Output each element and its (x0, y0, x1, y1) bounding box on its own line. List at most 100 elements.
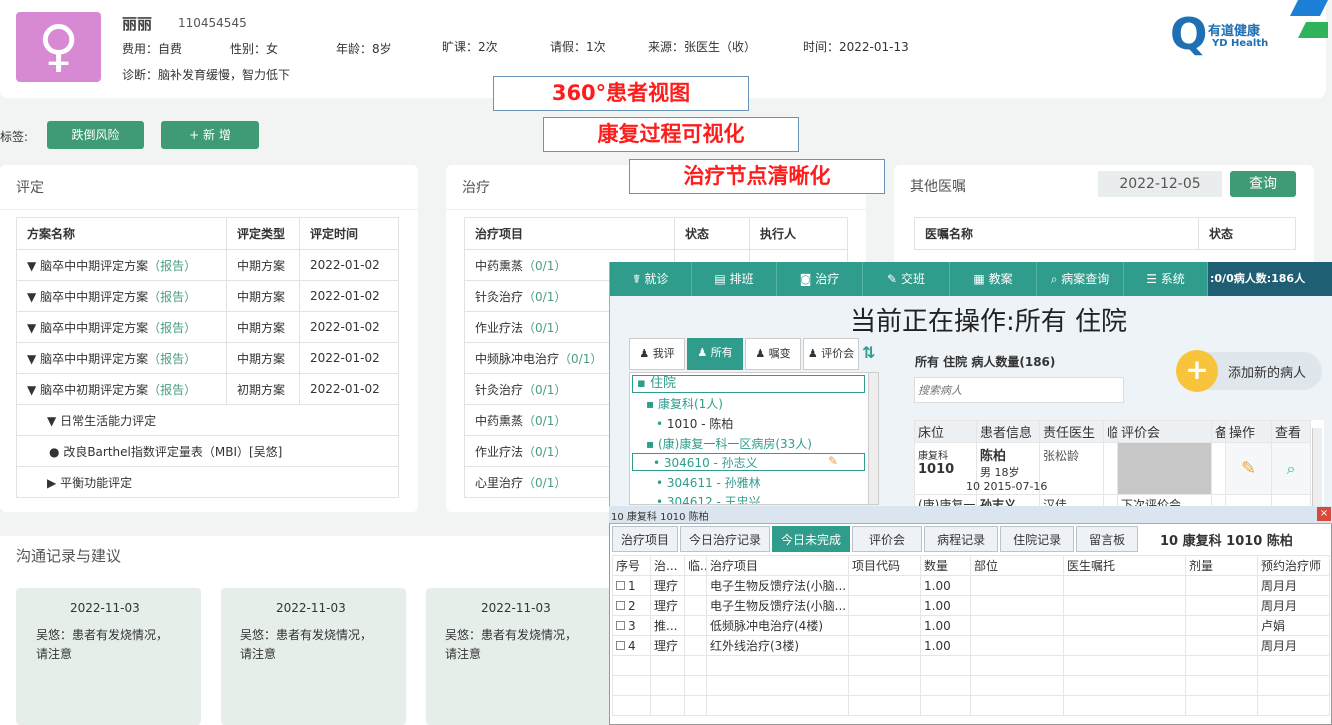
callout-360-view: 360°患者视图 (493, 76, 749, 111)
tab-progress-notes[interactable]: 病程记录 (924, 526, 999, 552)
row-checkbox[interactable] (616, 580, 625, 590)
sub-row[interactable]: ▼ 日常生活能力评定 (16, 404, 399, 436)
caret-down-icon[interactable]: ▼ (27, 259, 36, 273)
report-link[interactable]: （报告） (148, 259, 196, 273)
report-link[interactable]: （报告） (148, 321, 196, 335)
row-checkbox[interactable] (616, 620, 625, 630)
patient-name: 丽丽 (122, 15, 153, 33)
nav-item[interactable]: ☤ 就诊 (610, 262, 692, 296)
note-date: 2022-11-03 (276, 601, 346, 615)
nav-item[interactable]: ☰ 系统 (1124, 262, 1208, 296)
table-row[interactable]: 2 理疗 电子生物反馈疗法(小脑... 1.00 周月月 (612, 595, 1330, 616)
sub-row[interactable]: ▶ 平衡功能评定 (16, 466, 399, 498)
edit-doc-icon[interactable]: ✎ (1241, 458, 1256, 479)
refresh-icon[interactable]: ⇅ (862, 343, 875, 362)
evaluation-panel: 评定 方案名称 评定类型 评定时间 ▼ 脑卒中中期评定方案（报告） 中期方案 202… (0, 165, 418, 512)
caret-down-icon[interactable]: ▼ (47, 414, 56, 428)
tab-label: 我评 (652, 347, 675, 360)
row-checkbox[interactable] (616, 640, 625, 650)
orders-date-input[interactable]: 2022-12-05 (1098, 171, 1222, 197)
table-row[interactable]: ▼ 脑卒中中期评定方案（报告） 中期方案 2022-01-02 (16, 249, 399, 281)
tree-node[interactable]: • 304612 - 王忠兴 (656, 493, 761, 504)
report-link[interactable]: （报告） (148, 383, 196, 397)
col-order-name: 医嘱名称 (914, 217, 1199, 250)
comm-note: 2022-11-03 吴悠：患者有发烧情况， 请注意 (16, 588, 201, 725)
tree-node[interactable]: ▪ (康)康复一科一区病房(33人) (646, 435, 812, 452)
caret-down-icon[interactable]: ▼ (27, 352, 36, 366)
patient-row[interactable]: 康复科 1010 陈柏男 18岁 10 2015-07-16 张松龄 ✎ ⌕ (914, 442, 1311, 495)
tab-eval-meeting[interactable]: ♟ 评价会 (803, 338, 859, 370)
add-patient-label: 添加新的病人 (1228, 366, 1307, 381)
treatment-name: 针灸治疗 (475, 382, 524, 397)
nav-item[interactable]: ⌕ 病案查询 (1037, 262, 1124, 296)
pt-name: 孙志义 (976, 494, 1040, 506)
tab-eval-meeting[interactable]: 评价会 (852, 526, 923, 552)
close-icon[interactable]: × (1317, 507, 1331, 521)
tab-admission-records[interactable]: 住院记录 (1000, 526, 1075, 552)
caret-right-icon[interactable]: ▶ (47, 476, 56, 490)
patient-row[interactable]: (康)康复一科 孙志义 汉佳 下次评价会 (914, 494, 1311, 506)
caret-down-icon[interactable]: ▼ (27, 290, 36, 304)
gender: 性别：女 (230, 42, 279, 56)
tab-today-records[interactable]: 今日治疗记录 (680, 526, 771, 552)
tab-today-incomplete[interactable]: 今日未完成 (772, 526, 851, 552)
table-row[interactable]: ▼ 脑卒中初期评定方案（报告） 初期方案 2022-01-02 (16, 373, 399, 405)
add-patient-button[interactable]: + 添加新的病人 (1176, 350, 1322, 392)
tab-message-board[interactable]: 留言板 (1076, 526, 1139, 552)
tab-all[interactable]: ♟ 所有 (687, 338, 743, 370)
tree-scrollbar[interactable] (868, 373, 878, 504)
col-item: 治疗项目 (706, 555, 849, 576)
nav-label: 排班 (729, 272, 754, 286)
view-doc-icon[interactable]: ⌕ (1287, 459, 1296, 478)
absent: 旷课：2次 (442, 40, 498, 54)
avatar: ♀ (16, 12, 101, 82)
row-qty: 1.00 (920, 635, 971, 656)
tree-label: 住院 (649, 376, 676, 391)
window-titlebar: 10 康复科 1010 陈柏 × (609, 506, 1332, 524)
query-button[interactable]: 查询 (1230, 171, 1296, 197)
nav-item[interactable]: ▦ 教案 (950, 262, 1037, 296)
list-scrollbar[interactable] (1312, 428, 1322, 506)
tree-node[interactable]: • 304611 - 孙雅林 (656, 474, 761, 491)
row-item: 电子生物反馈疗法(小脑... (706, 575, 849, 596)
caret-down-icon[interactable]: ▼ (27, 383, 36, 397)
sub-row[interactable]: ● 改良Barthel指数评定量表（MBI）[吴悠] (16, 435, 399, 467)
table-row[interactable]: 3 推... 低频脉冲电治疗(4楼) 1.00 卢娟 (612, 615, 1330, 636)
nav-item[interactable]: ✎ 交班 (863, 262, 950, 296)
edit-icon[interactable]: ✎ (828, 454, 838, 468)
table-row[interactable]: ▼ 脑卒中中期评定方案（报告） 中期方案 2022-01-02 (16, 280, 399, 312)
tree-node[interactable]: ▪ 康复科(1人) (646, 395, 723, 412)
tree-node[interactable]: ▪ 住院 (632, 375, 865, 393)
row-no: 3 (628, 618, 636, 633)
table-row[interactable]: 1 理疗 电子生物反馈疗法(小脑... 1.00 周月月 (612, 575, 1330, 596)
treatment-count: （0/1） (523, 258, 567, 273)
tree-node[interactable]: • 1010 - 陈柏 (656, 415, 733, 432)
report-link[interactable]: （报告） (148, 352, 196, 366)
sub-item-label: 改良Barthel指数评定量表（MBI）[吴悠] (63, 444, 283, 459)
row-checkbox[interactable] (616, 600, 625, 610)
report-link[interactable]: （报告） (148, 290, 196, 304)
table-row[interactable]: 4 理疗 红外线治疗(3楼) 1.00 周月月 (612, 635, 1330, 656)
plan-type: 中期方案 (226, 311, 300, 343)
fall-risk-tag[interactable]: 跌倒风险 (47, 121, 144, 149)
row-type: 推... (650, 615, 685, 636)
tab-my-eval[interactable]: ♟ 我评 (629, 338, 685, 370)
table-row[interactable]: ▼ 脑卒中中期评定方案（报告） 中期方案 2022-01-02 (16, 342, 399, 374)
caret-down-icon[interactable]: ▼ (27, 321, 36, 335)
tab-treatment-items[interactable]: 治疗项目 (612, 526, 679, 552)
person-icon: ♟ (697, 346, 708, 359)
col-order-status: 状态 (1198, 217, 1296, 250)
nav-item[interactable]: ▤ 排班 (692, 262, 777, 296)
add-tag-button[interactable]: + 新 增 (161, 121, 259, 149)
treatment-name: 针灸治疗 (475, 289, 524, 304)
note-text: 请注意 (240, 647, 277, 661)
evaluation-table: 方案名称 评定类型 评定时间 ▼ 脑卒中中期评定方案（报告） 中期方案 2022-0… (16, 217, 399, 498)
tree-node[interactable]: • 304610 - 孙志义 ✎ (632, 453, 865, 471)
row-therapist: 周月月 (1257, 635, 1330, 656)
patient-search-input[interactable] (914, 377, 1124, 403)
table-row[interactable]: ▼ 脑卒中中期评定方案（报告） 中期方案 2022-01-02 (16, 311, 399, 343)
row-qty: 1.00 (920, 595, 971, 616)
nav-item[interactable]: ◙ 治疗 (777, 262, 863, 296)
tab-order-change[interactable]: ♟ 嘱变 (745, 338, 801, 370)
note-text: 请注意 (36, 647, 73, 661)
